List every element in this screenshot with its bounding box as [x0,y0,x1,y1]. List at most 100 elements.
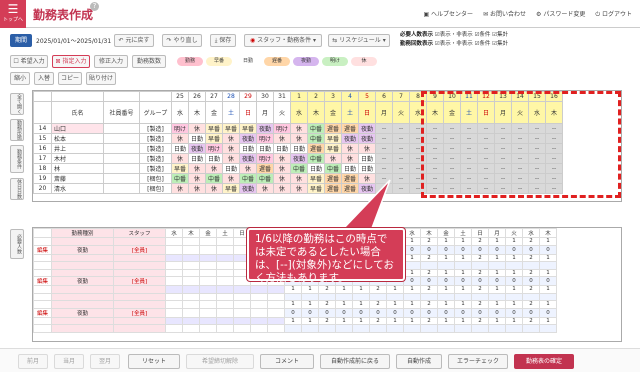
requirement-cell[interactable]: 0 [488,276,506,286]
requirement-cell[interactable] [165,292,183,301]
requirement-cell[interactable] [216,300,234,309]
requirement-cell[interactable]: 2 [420,285,438,294]
requirement-cell[interactable]: 1 [454,285,472,294]
requirement-cell[interactable] [335,292,353,301]
requirement-cell[interactable]: 0 [335,307,353,318]
requirement-cell[interactable] [216,261,234,270]
requirement-cell[interactable]: 1 [539,300,557,309]
requirement-cell[interactable] [216,324,234,333]
shift-cell[interactable]: 休 [290,133,308,144]
shift-cell[interactable]: 明け [171,123,189,134]
requirement-cell[interactable] [522,292,540,301]
requirement-cell[interactable] [165,307,183,318]
shift-cell[interactable]: 休 [239,163,257,174]
shift-cell[interactable]: 夜勤 [341,133,359,144]
requirement-cell[interactable] [369,292,387,301]
requirement-cell[interactable] [182,261,200,270]
requirement-cell[interactable]: 0 [539,276,557,286]
requirement-cell[interactable] [437,261,455,270]
shift-cell[interactable]: 休 [273,153,291,164]
requirement-cell[interactable]: 1 [352,300,370,309]
requirement-cell[interactable] [182,324,200,333]
requirement-cell[interactable] [505,261,523,270]
shift-cell[interactable]: 日勤 [358,163,376,174]
requirement-cell[interactable] [233,316,251,325]
error-check-button[interactable]: エラーチェック [448,354,508,369]
requirement-cell[interactable] [539,292,557,301]
shift-cell[interactable]: 早番 [324,133,342,144]
requirement-cell[interactable] [165,261,183,270]
shift-cell[interactable]: 休 [171,133,189,144]
requirement-cell[interactable]: 1 [386,285,404,294]
requirement-cell[interactable] [488,292,506,301]
requirement-cell[interactable]: 1 [488,237,506,246]
requirement-cell[interactable] [386,292,404,301]
requirement-cell[interactable]: 0 [471,276,489,286]
requirement-cell[interactable]: 1 [301,316,319,325]
staff-name[interactable]: 井上 [51,143,104,154]
requirement-cell[interactable]: 0 [505,244,523,255]
requirement-cell[interactable] [250,316,268,325]
requirement-cell[interactable]: 0 [403,307,421,318]
shift-cell[interactable]: 夜勤 [239,183,257,194]
next-month-button[interactable]: 翌月 [90,354,120,369]
requirement-cell[interactable]: 1 [488,268,506,277]
staff-link[interactable]: [全員] [113,307,166,318]
requirement-cell[interactable]: 1 [352,285,370,294]
requirement-cell[interactable] [369,324,387,333]
shift-cell[interactable]: 中番 [307,123,325,134]
requirement-cell[interactable]: 1 [301,285,319,294]
requirement-cell[interactable] [420,324,438,333]
requirement-cell[interactable]: 1 [539,316,557,325]
wish-input-button[interactable]: ☐ 希望入力 [10,55,48,68]
staff-name[interactable]: 斎藤 [51,173,104,184]
requirement-cell[interactable]: 0 [505,307,523,318]
requirement-cell[interactable]: 2 [522,300,540,309]
shift-cell[interactable]: 早番 [222,183,240,194]
paste-button[interactable]: 貼り付け [86,72,116,85]
requirement-cell[interactable] [522,261,540,270]
requirement-cell[interactable] [318,292,336,301]
requirement-cell[interactable]: 1 [386,300,404,309]
requirement-cell[interactable]: 1 [488,285,506,294]
requirement-cell[interactable] [267,292,285,301]
requirement-cell[interactable] [165,237,183,246]
requirement-cell[interactable]: 0 [437,244,455,255]
requirement-cell[interactable]: 0 [539,244,557,255]
confirm-button[interactable]: 勤務表の確定 [514,354,574,369]
requirement-cell[interactable] [182,292,200,301]
shift-cell[interactable]: 夜勤 [188,143,206,154]
requirement-cell[interactable] [250,292,268,301]
requirement-cell[interactable]: 0 [437,276,455,286]
requirement-cell[interactable]: 2 [522,253,540,262]
shift-cell[interactable]: 早番 [239,123,257,134]
period-button[interactable]: 期間 [10,34,32,47]
contact-link[interactable]: ✉ お問い合わせ [483,9,526,19]
reset-button[interactable]: リセット [128,354,180,369]
shift-cell[interactable]: 中番 [307,153,325,164]
requirement-cell[interactable]: 0 [539,307,557,318]
save-button[interactable]: ⤓ 保存 [210,34,236,47]
requirement-cell[interactable] [403,261,421,270]
requirement-cell[interactable] [403,324,421,333]
help-icon[interactable]: ? [90,2,99,11]
password-link[interactable]: ⚙ パスワード変更 [536,9,585,19]
requirement-cell[interactable] [216,237,234,246]
requirement-cell[interactable] [199,285,217,294]
requirement-cell[interactable] [216,307,234,318]
requirement-cell[interactable]: 1 [284,316,302,325]
shift-cell[interactable]: 明け [273,123,291,134]
requirement-cell[interactable] [505,292,523,301]
staff-filter-button[interactable]: ◉ スタッフ・勤務条件 ▾ [244,34,322,47]
prev-month-button[interactable]: 前月 [18,354,48,369]
requirement-cell[interactable]: 0 [420,276,438,286]
requirement-cell[interactable] [539,261,557,270]
shift-cell[interactable]: 休 [188,183,206,194]
shift-cell[interactable]: 休 [188,123,206,134]
staff-name[interactable]: 松本 [51,133,104,144]
shift-cell[interactable]: 遅番 [341,123,359,134]
requirement-cell[interactable] [539,324,557,333]
requirement-cell[interactable]: 1 [352,316,370,325]
requirement-cell[interactable]: 2 [471,316,489,325]
requirement-cell[interactable]: 0 [454,307,472,318]
